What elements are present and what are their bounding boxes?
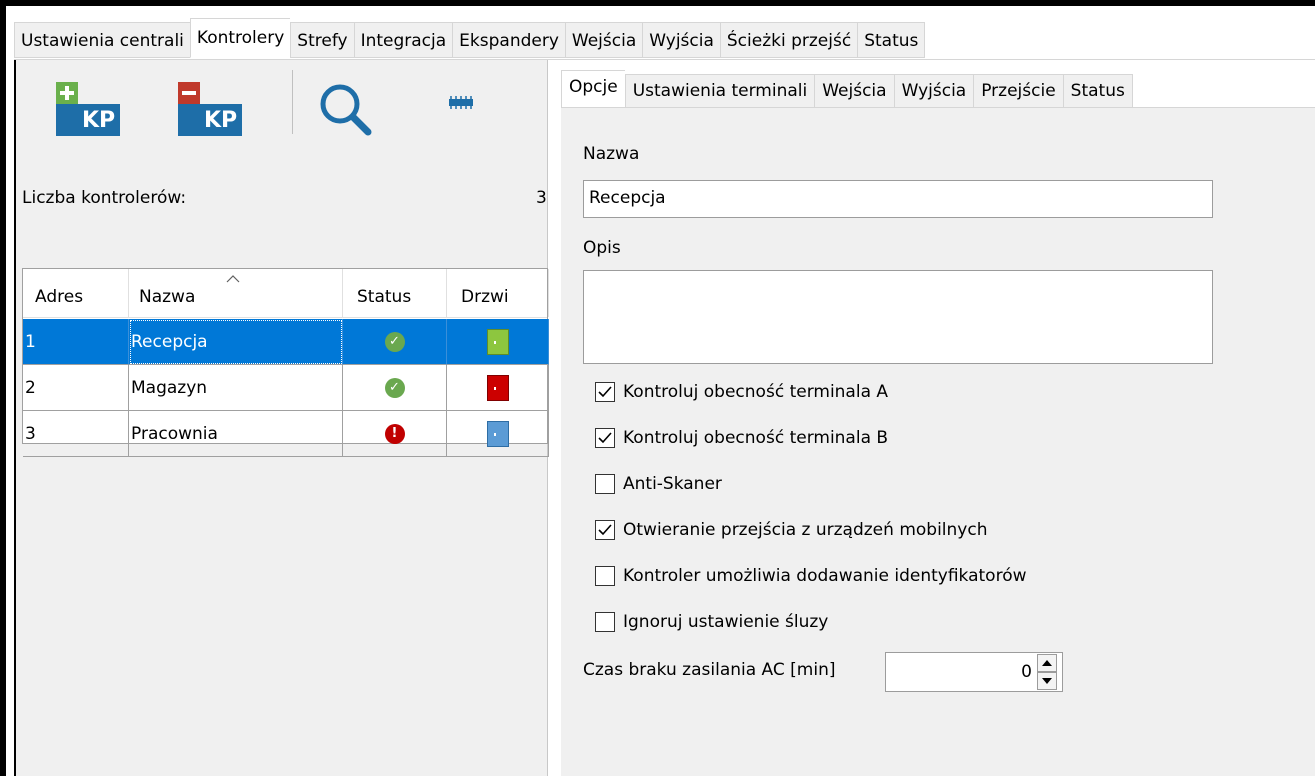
row-status: ✓	[343, 365, 447, 411]
search-icon	[320, 84, 372, 136]
table-row[interactable]: 3 Pracownia !	[23, 411, 549, 457]
mobile-open-checkbox[interactable]	[595, 520, 615, 540]
search-button[interactable]	[316, 80, 376, 140]
status-ok-icon: ✓	[384, 331, 405, 352]
options-form: Nazwa Recepcja Opis Kontroluj obecność t…	[561, 108, 1315, 776]
row-address: 3	[23, 411, 129, 457]
ac-loss-time-value: 0	[1021, 662, 1032, 682]
name-input[interactable]: Recepcja	[583, 180, 1213, 218]
control-terminal-b-checkbox[interactable]	[595, 428, 615, 448]
remove-controller-label: KP	[204, 108, 238, 133]
status-ok-icon: ✓	[384, 377, 405, 398]
row-status: ✓	[343, 319, 447, 365]
tab-sciezki-przejsc[interactable]: Ścieżki przejść	[719, 22, 858, 58]
ignore-airlock-checkbox[interactable]	[595, 612, 615, 632]
tab-wyjscia-detail[interactable]: Wyjścia	[893, 74, 974, 108]
add-controller-button[interactable]: KP	[56, 82, 120, 138]
add-identifiers-checkbox[interactable]	[595, 566, 615, 586]
door-unknown-icon	[486, 420, 509, 447]
controllers-panel: KP KP Liczba kontrolerów: 3 Adres Nazwa …	[14, 60, 549, 776]
add-identifiers-label: Kontroler umożliwia dodawanie identyfika…	[623, 566, 1027, 586]
tab-ustawienia-terminali[interactable]: Ustawienia terminali	[624, 74, 815, 108]
tab-wejscia[interactable]: Wejścia	[564, 22, 643, 58]
tab-przejscie[interactable]: Przejście	[973, 74, 1063, 108]
ac-loss-time-label: Czas braku zasilania AC [min]	[583, 660, 836, 680]
row-status: !	[343, 411, 447, 457]
toolbar-separator	[292, 70, 293, 134]
tab-ustawienia-centrali[interactable]: Ustawienia centrali	[14, 22, 190, 58]
detail-tabs: Opcje Ustawienia terminali Wejścia Wyjśc…	[561, 70, 1133, 108]
tab-status[interactable]: Status	[857, 22, 926, 58]
main-tabs: Ustawienia centrali Kontrolery Strefy In…	[14, 18, 926, 60]
row-name: Recepcja	[129, 319, 343, 365]
column-header-drzwi[interactable]: Drzwi	[447, 269, 549, 317]
controller-count-label: Liczba kontrolerów:	[22, 188, 187, 208]
description-input[interactable]	[583, 270, 1213, 364]
tab-kontrolery[interactable]: Kontrolery	[189, 18, 291, 58]
controller-details-panel: Opcje Ustawienia terminali Wejścia Wyjśc…	[549, 60, 1315, 776]
tab-ekspandery[interactable]: Ekspandery	[452, 22, 565, 58]
description-label: Opis	[583, 238, 621, 258]
column-header-adres[interactable]: Adres	[23, 269, 129, 317]
row-door	[447, 365, 549, 411]
name-label: Nazwa	[583, 144, 640, 164]
row-door	[447, 411, 549, 457]
checkmark-icon	[598, 386, 612, 398]
tab-wyjscia[interactable]: Wyjścia	[642, 22, 720, 58]
table-row[interactable]: 1 Recepcja ✓	[23, 319, 549, 365]
control-terminal-a-checkbox[interactable]	[595, 382, 615, 402]
tab-strefy[interactable]: Strefy	[290, 22, 354, 58]
checkmark-icon	[598, 524, 612, 536]
module-icon	[449, 96, 473, 109]
module-button[interactable]	[448, 94, 474, 114]
control-terminal-a-label: Kontroluj obecność terminala A	[623, 382, 889, 402]
table-header: Adres Nazwa Status Drzwi	[23, 269, 549, 318]
tab-status-detail[interactable]: Status	[1062, 74, 1133, 108]
row-address: 1	[23, 319, 129, 365]
door-closed-icon	[486, 328, 509, 355]
mobile-open-label: Otwieranie przejścia z urządzeń mobilnyc…	[623, 520, 988, 540]
tab-integracja[interactable]: Integracja	[353, 22, 453, 58]
status-error-icon: !	[384, 423, 405, 444]
door-alarm-icon	[486, 374, 509, 401]
control-terminal-b-label: Kontroluj obecność terminala B	[623, 428, 889, 448]
sort-ascending-icon	[226, 275, 240, 283]
row-name: Magazyn	[129, 365, 343, 411]
ignore-airlock-label: Ignoruj ustawienie śluzy	[623, 612, 829, 632]
tab-wejscia-detail[interactable]: Wejścia	[814, 74, 894, 108]
row-name: Pracownia	[129, 411, 343, 457]
tab-opcje[interactable]: Opcje	[561, 70, 625, 108]
controller-count-value: 3	[536, 188, 547, 208]
remove-controller-button[interactable]: KP	[178, 82, 242, 138]
anti-scanner-label: Anti-Skaner	[623, 474, 722, 494]
checkmark-icon	[598, 432, 612, 444]
row-door	[447, 319, 549, 365]
controllers-table: Adres Nazwa Status Drzwi 1 Recepcja ✓ 2 …	[22, 268, 549, 457]
ac-loss-time-spinner[interactable]	[1037, 654, 1057, 694]
anti-scanner-checkbox[interactable]	[595, 474, 615, 494]
row-address: 2	[23, 365, 129, 411]
add-controller-label: KP	[82, 108, 116, 133]
spinner-arrows-icon	[1037, 654, 1057, 690]
table-row[interactable]: 2 Magazyn ✓	[23, 365, 549, 411]
column-header-status[interactable]: Status	[343, 269, 447, 317]
